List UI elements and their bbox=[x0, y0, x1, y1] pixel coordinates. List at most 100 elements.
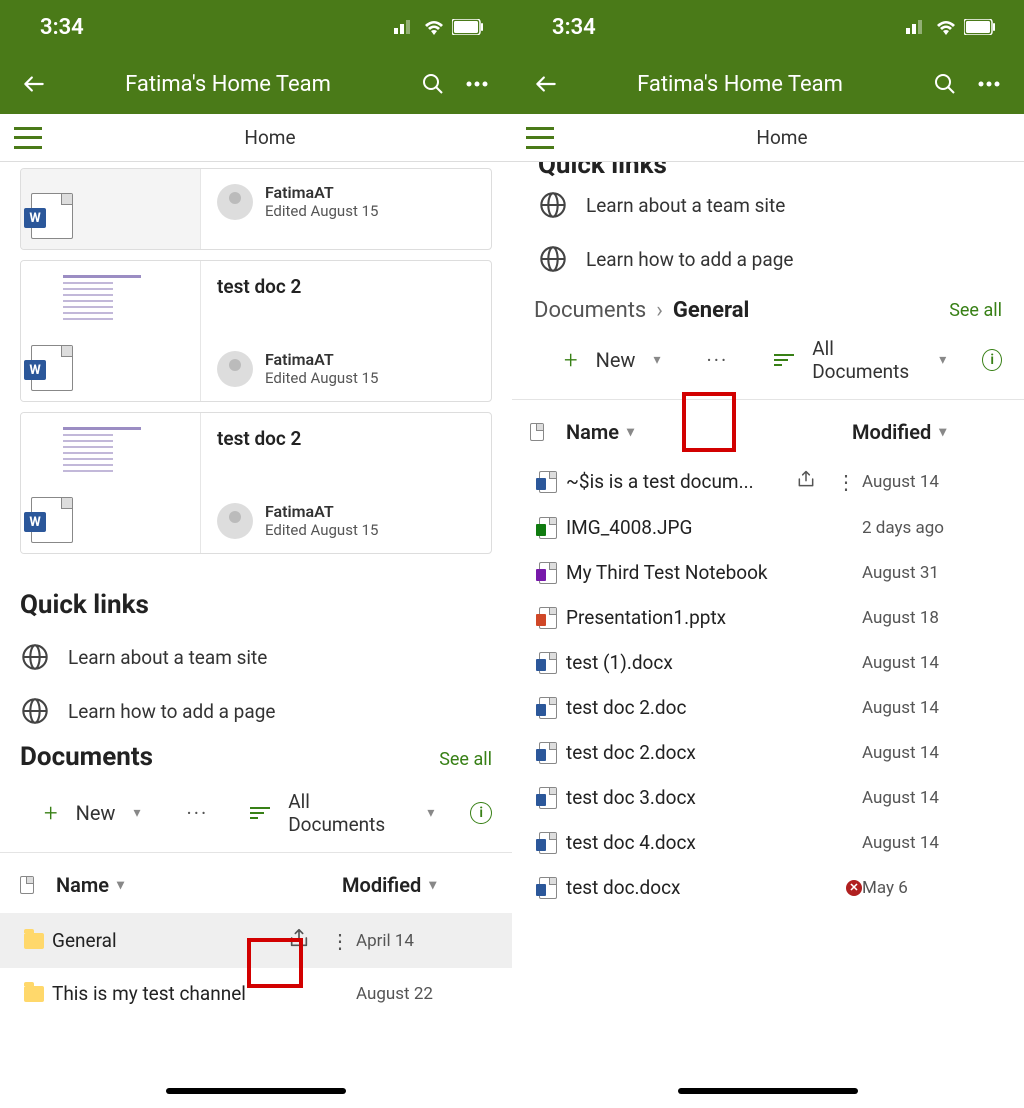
share-icon[interactable] bbox=[796, 469, 816, 494]
folder-icon bbox=[16, 986, 52, 1002]
breadcrumb: Documents › General See all bbox=[512, 286, 1024, 329]
documents-toolbar: + New ▾ ··· All Documents ▾ i bbox=[0, 782, 512, 853]
sub-header: Home bbox=[0, 114, 512, 162]
quicklink-item[interactable]: Learn how to add a page bbox=[512, 232, 1024, 286]
card-edited: Edited August 15 bbox=[265, 202, 378, 220]
column-name[interactable]: Name▾ bbox=[56, 873, 342, 897]
view-selector[interactable]: All Documents bbox=[288, 790, 409, 836]
quicklink-label: Learn how to add a page bbox=[68, 700, 275, 723]
view-selector[interactable]: All Documents bbox=[812, 337, 921, 383]
avatar-icon bbox=[217, 351, 253, 387]
file-icon bbox=[530, 832, 566, 854]
new-button[interactable]: New bbox=[76, 801, 116, 825]
table-row[interactable]: My Third Test NotebookAugust 31 bbox=[512, 550, 1024, 595]
info-button[interactable]: i bbox=[470, 802, 492, 824]
activity-card[interactable]: FatimaAT Edited August 15 bbox=[20, 168, 492, 250]
table-row[interactable]: test doc 2.docxAugust 14 bbox=[512, 730, 1024, 775]
table-row[interactable]: test doc 3.docxAugust 14 bbox=[512, 775, 1024, 820]
column-modified[interactable]: Modified▾ bbox=[342, 873, 492, 897]
column-modified[interactable]: Modified▾ bbox=[852, 420, 1002, 444]
row-modified: August 14 bbox=[862, 788, 1002, 808]
table-row[interactable]: test doc 2.docAugust 14 bbox=[512, 685, 1024, 730]
new-button[interactable]: New bbox=[596, 348, 636, 372]
card-thumb bbox=[21, 413, 201, 553]
chevron-down-icon: ▾ bbox=[939, 352, 946, 368]
search-button[interactable] bbox=[928, 67, 962, 101]
see-all-link[interactable]: See all bbox=[949, 300, 1002, 321]
home-indicator bbox=[678, 1088, 858, 1094]
documents-toolbar: + New ▾ ··· All Documents ▾ i bbox=[512, 329, 1024, 400]
header-title: Fatima's Home Team bbox=[562, 72, 918, 97]
hamburger-button[interactable] bbox=[526, 127, 554, 149]
quicklink-item[interactable]: Learn about a team site bbox=[512, 178, 1024, 232]
row-more-button[interactable]: ⋮ bbox=[324, 929, 356, 953]
more-button[interactable] bbox=[972, 67, 1006, 101]
file-icon bbox=[530, 517, 566, 539]
breadcrumb-root[interactable]: Documents bbox=[534, 298, 646, 323]
file-icon bbox=[530, 607, 566, 629]
clock: 3:34 bbox=[552, 15, 596, 40]
row-name: test doc 4.docx bbox=[566, 831, 696, 854]
table-row[interactable]: IMG_4008.JPG 2 days ago bbox=[512, 505, 1024, 550]
row-name: This is my test channel bbox=[52, 982, 246, 1005]
info-button[interactable]: i bbox=[982, 349, 1002, 371]
status-bar: 3:34 bbox=[512, 0, 1024, 54]
table-row[interactable]: General ⋮ April 14 bbox=[0, 913, 512, 968]
table-row[interactable]: ~$is is a test docum... ⋮August 14 bbox=[512, 458, 1024, 505]
row-modified: August 14 bbox=[862, 472, 1002, 492]
search-button[interactable] bbox=[416, 67, 450, 101]
avatar-icon bbox=[217, 503, 253, 539]
table-row[interactable]: test doc 4.docxAugust 14 bbox=[512, 820, 1024, 865]
row-more-button[interactable]: ⋮ bbox=[830, 470, 862, 494]
row-modified: August 14 bbox=[862, 698, 1002, 718]
row-name: test (1).docx bbox=[566, 651, 673, 674]
row-name: General bbox=[52, 929, 117, 952]
table-row[interactable]: This is my test channel August 22 bbox=[0, 968, 512, 1019]
row-modified: August 18 bbox=[862, 608, 1002, 628]
back-button[interactable] bbox=[530, 68, 562, 100]
row-name: ~$is is a test docum... bbox=[566, 470, 754, 493]
more-actions-button[interactable]: ··· bbox=[707, 348, 729, 372]
card-thumb bbox=[21, 261, 201, 401]
hamburger-button[interactable] bbox=[14, 127, 42, 149]
quicklink-label: Learn about a team site bbox=[586, 194, 785, 217]
file-icon bbox=[530, 877, 566, 899]
see-all-link[interactable]: See all bbox=[439, 749, 492, 770]
view-icon bbox=[774, 354, 794, 366]
row-modified: May 6 bbox=[862, 878, 1002, 898]
row-name: My Third Test Notebook bbox=[566, 561, 768, 584]
table-header: Name▾ Modified▾ bbox=[0, 853, 512, 913]
card-author: FatimaAT bbox=[265, 350, 378, 369]
card-author: FatimaAT bbox=[265, 502, 378, 521]
folder-icon bbox=[16, 933, 52, 949]
word-icon bbox=[31, 345, 73, 391]
card-thumb bbox=[21, 169, 201, 249]
quicklink-item[interactable]: Learn how to add a page bbox=[0, 684, 512, 738]
table-row[interactable]: Presentation1.pptxAugust 18 bbox=[512, 595, 1024, 640]
activity-card[interactable]: test doc 2 FatimaAT Edited August 15 bbox=[20, 260, 492, 402]
table-row[interactable]: test (1).docxAugust 14 bbox=[512, 640, 1024, 685]
subheader-title: Home bbox=[42, 126, 498, 149]
more-actions-button[interactable]: ··· bbox=[187, 801, 209, 825]
table-row[interactable]: test doc.docx✕May 6 bbox=[512, 865, 1024, 910]
app-header: Fatima's Home Team bbox=[512, 54, 1024, 114]
column-name[interactable]: Name▾ bbox=[566, 420, 852, 444]
card-edited: Edited August 15 bbox=[265, 521, 378, 539]
file-icon bbox=[530, 742, 566, 764]
word-icon bbox=[31, 497, 73, 543]
file-type-icon bbox=[20, 876, 56, 894]
row-name: test doc 2.docx bbox=[566, 741, 696, 764]
plus-icon: + bbox=[564, 346, 578, 374]
chevron-right-icon: › bbox=[646, 298, 673, 323]
quicklink-label: Learn how to add a page bbox=[586, 248, 793, 271]
row-modified: 2 days ago bbox=[862, 518, 1002, 538]
share-icon[interactable] bbox=[288, 927, 310, 954]
more-button[interactable] bbox=[460, 67, 494, 101]
file-icon bbox=[530, 787, 566, 809]
quicklink-item[interactable]: Learn about a team site bbox=[0, 630, 512, 684]
word-icon bbox=[31, 193, 73, 239]
row-name: IMG_4008.JPG bbox=[566, 516, 692, 539]
back-button[interactable] bbox=[18, 68, 50, 100]
card-author: FatimaAT bbox=[265, 183, 378, 202]
activity-card[interactable]: test doc 2 FatimaAT Edited August 15 bbox=[20, 412, 492, 554]
